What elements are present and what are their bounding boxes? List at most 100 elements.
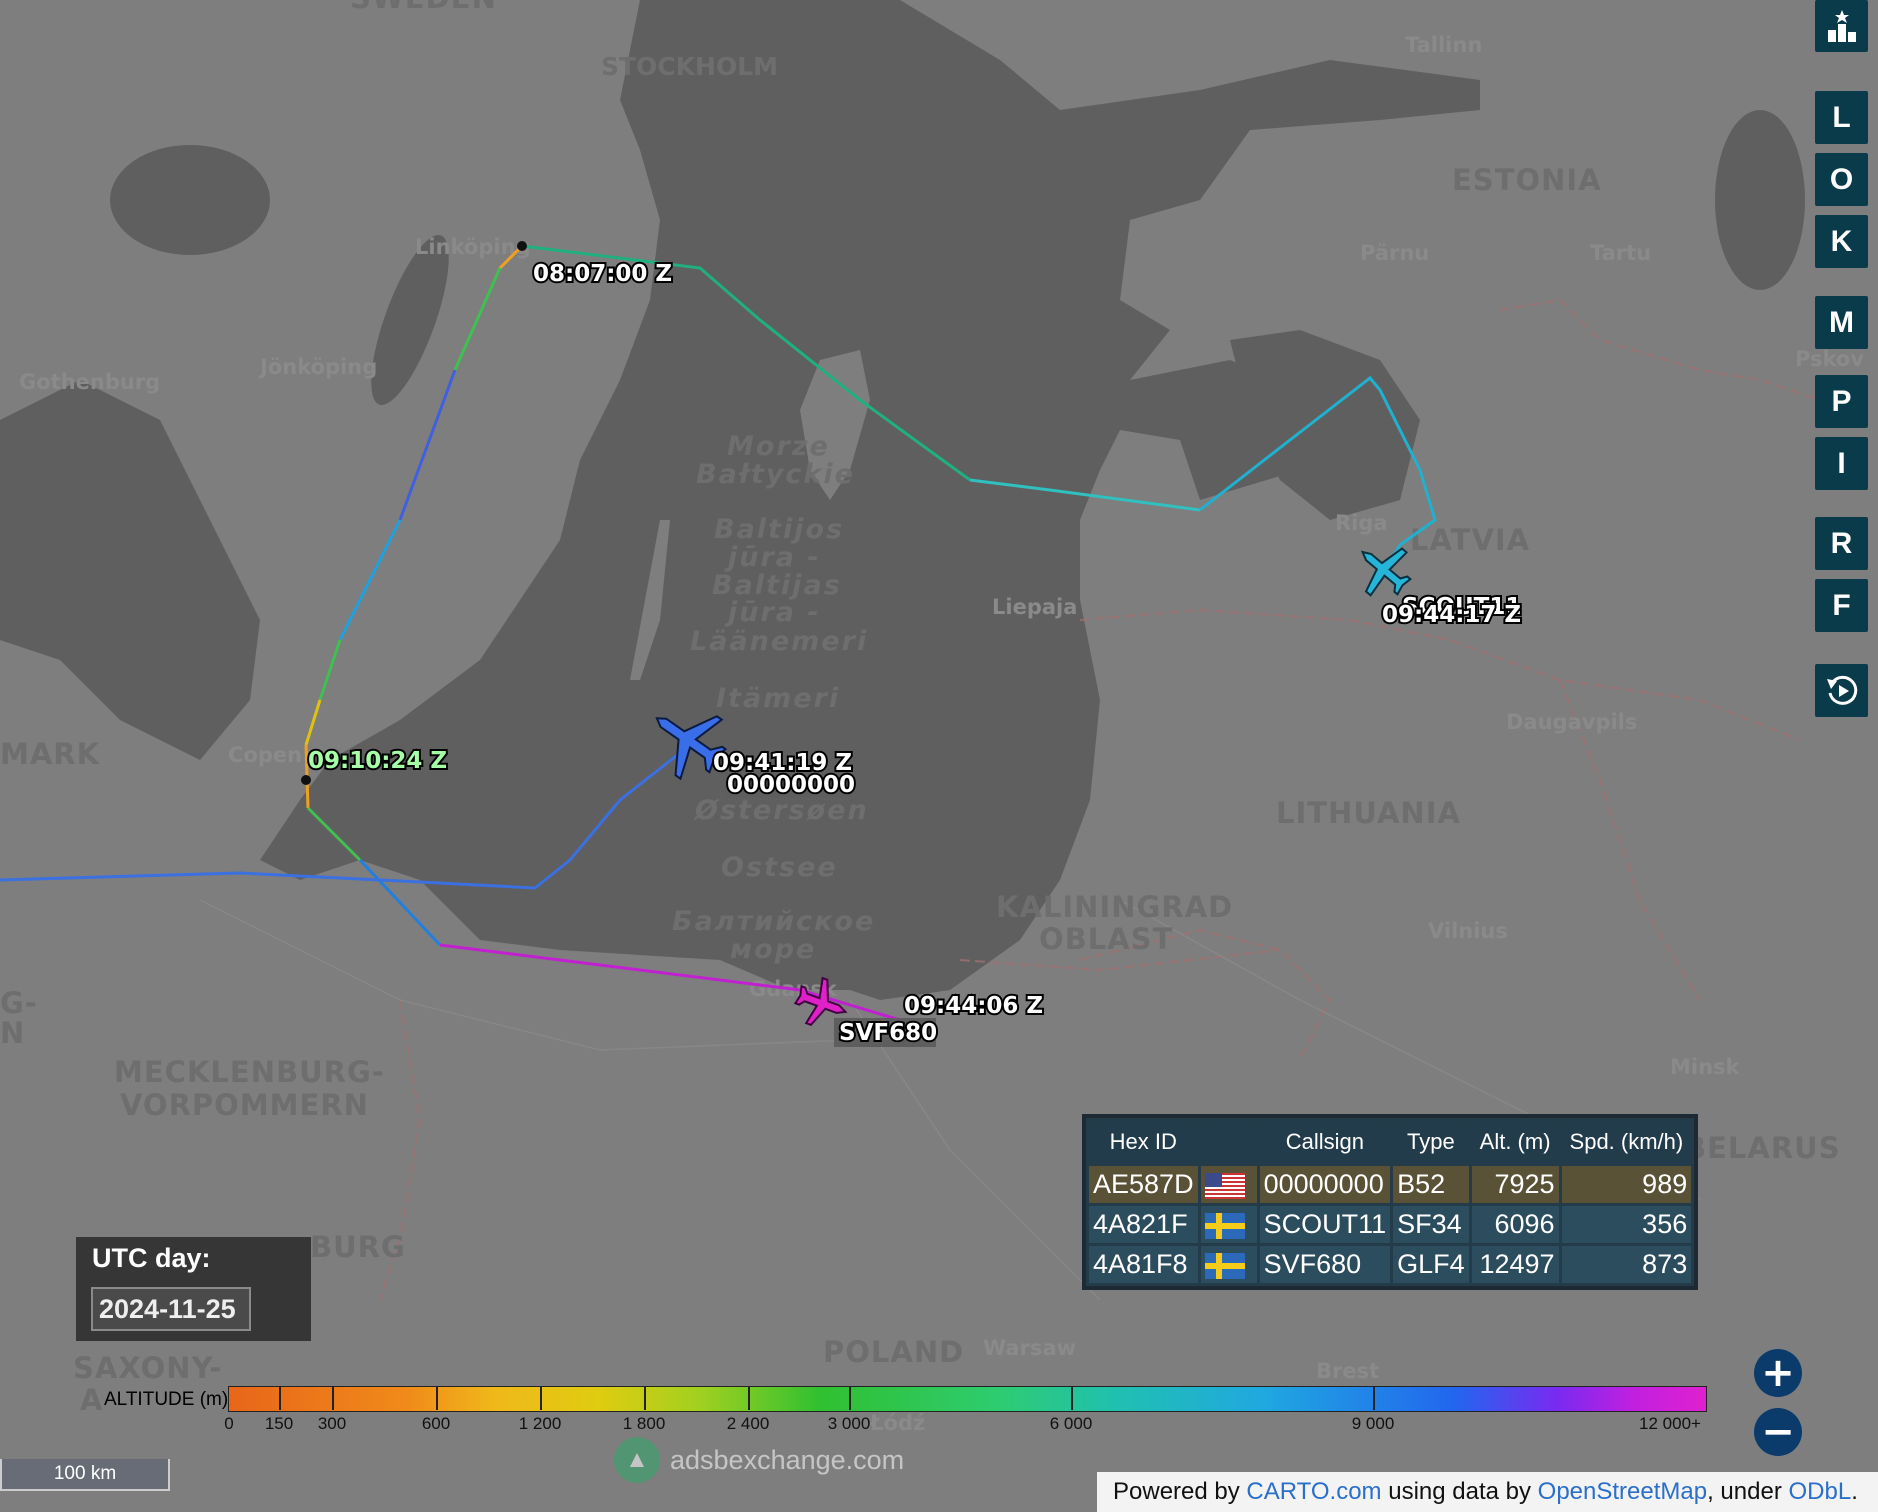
track-point-marker — [301, 775, 311, 785]
attribution-prefix: Powered by — [1113, 1478, 1247, 1505]
city-label-stockholm: STOCKHOLM — [601, 52, 778, 81]
city-label-jonkoping: Jönköping — [258, 355, 377, 379]
utc-day-panel: UTC day: 2024-11-25 — [76, 1237, 311, 1341]
map-attribution: Powered by CARTO.com using data by OpenS… — [1097, 1472, 1878, 1512]
country-label-kaliningrad: KALININGRAD — [996, 890, 1233, 924]
cell-flag — [1200, 1206, 1257, 1243]
city-label-riga: Riga — [1335, 511, 1388, 535]
sea-label-3: Baltijos — [714, 514, 844, 545]
legend-tick — [644, 1386, 646, 1410]
header-altitude[interactable]: Alt. (m) — [1471, 1121, 1559, 1163]
cell-hex: 4A821F — [1089, 1206, 1198, 1243]
cell-callsign: SCOUT11 — [1259, 1206, 1391, 1243]
odbl-link[interactable]: ODbL — [1788, 1478, 1851, 1505]
lake-vanern — [110, 145, 270, 255]
watermark: ▲ adsbexchange.com — [614, 1437, 904, 1483]
altitude-legend-bar — [228, 1386, 1707, 1412]
city-label-minsk: Minsk — [1670, 1055, 1741, 1079]
city-label-vilnius: Vilnius — [1428, 919, 1508, 943]
altitude-legend-title: ALTITUDE (m) — [104, 1389, 229, 1410]
legend-tick-label: 1 800 — [622, 1414, 666, 1433]
utc-day-input[interactable]: 2024-11-25 — [91, 1287, 251, 1331]
header-callsign[interactable]: Callsign — [1259, 1121, 1391, 1163]
legend-tick-label: 12 000+ — [1639, 1414, 1701, 1433]
header-hex-id[interactable]: Hex ID — [1089, 1121, 1198, 1163]
ranking-button[interactable] — [1815, 0, 1868, 52]
header-speed[interactable]: Spd. (km/h) — [1561, 1121, 1692, 1163]
table-row[interactable]: 4A81F8 SVF680 GLF4 12497 873 — [1089, 1246, 1692, 1283]
toolbar-button-p[interactable]: P — [1815, 375, 1868, 428]
country-label-mecklenburg: MECKLENBURG- — [114, 1055, 385, 1089]
legend-tick-label: 3 000 — [827, 1414, 871, 1433]
table-row[interactable]: AE587D 00000000 B52 7925 989 — [1089, 1166, 1692, 1203]
carto-link[interactable]: CARTO.com — [1246, 1478, 1381, 1505]
sea-label-9: Østersøen — [693, 795, 869, 826]
toolbar-button-l[interactable]: L — [1815, 91, 1868, 144]
adsbexchange-logo-icon: ▲ — [614, 1437, 660, 1483]
cell-flag — [1200, 1246, 1257, 1283]
aircraft-time-label-2: 09:44:17 Z — [1382, 602, 1521, 628]
legend-tick-label: 6 000 — [1049, 1414, 1093, 1433]
lake-peipus — [1715, 110, 1805, 290]
legend-tick-label: 150 — [264, 1414, 294, 1433]
cell-speed: 873 — [1561, 1246, 1692, 1283]
us-flag-icon — [1204, 1172, 1245, 1199]
legend-tick — [332, 1386, 334, 1410]
city-label-tartu: Tartu — [1590, 241, 1651, 265]
cell-type: GLF4 — [1393, 1246, 1469, 1283]
legend-tick-label: 9 000 — [1351, 1414, 1395, 1433]
country-label-n: N — [0, 1016, 25, 1050]
country-label-belarus: BELARUS — [1684, 1131, 1841, 1165]
legend-tick — [849, 1386, 851, 1410]
sea-label-12: море — [730, 934, 816, 965]
country-label-latvia: LATVIA — [1410, 523, 1530, 557]
toolbar-button-m[interactable]: M — [1815, 296, 1868, 349]
country-label-a: A — [80, 1383, 103, 1417]
attribution-sep: , under — [1707, 1478, 1789, 1505]
toolbar-button-f[interactable]: F — [1815, 579, 1868, 632]
city-label-brest: Brest — [1316, 1359, 1379, 1383]
sea-label-2: Bałtyckie — [696, 459, 855, 490]
header-flag[interactable] — [1200, 1121, 1257, 1163]
country-label-g: G- — [0, 986, 38, 1020]
cell-hex: AE587D — [1089, 1166, 1198, 1203]
track-start-marker — [517, 241, 527, 251]
sea-label-10: Ostsee — [721, 852, 838, 883]
toolbar-button-r[interactable]: R — [1815, 517, 1868, 570]
cell-hex: 4A81F8 — [1089, 1246, 1198, 1283]
country-label-estonia: ESTONIA — [1452, 163, 1602, 197]
aircraft-callsign-label-1: 00000000 — [727, 772, 855, 798]
watermark-text: adsbexchange.com — [670, 1444, 905, 1475]
zoom-in-button[interactable]: + — [1754, 1349, 1802, 1397]
osm-link[interactable]: OpenStreetMap — [1538, 1478, 1707, 1505]
toolbar-button-i[interactable]: I — [1815, 437, 1868, 490]
country-label-oblast: OBLAST — [1039, 922, 1173, 956]
cell-speed: 356 — [1561, 1206, 1692, 1243]
aircraft-table: Hex ID Callsign Type Alt. (m) Spd. (km/h… — [1082, 1114, 1699, 1290]
track-time-label-2: 09:10:24 Z — [308, 748, 447, 774]
toolbar-button-k[interactable]: K — [1815, 215, 1868, 268]
sea-label-6: jūra - — [724, 597, 821, 628]
cell-flag — [1200, 1166, 1257, 1203]
table-row[interactable]: 4A821F SCOUT11 SF34 6096 356 — [1089, 1206, 1692, 1243]
cell-callsign: SVF680 — [1259, 1246, 1391, 1283]
header-type[interactable]: Type — [1393, 1121, 1469, 1163]
cell-altitude: 12497 — [1471, 1246, 1559, 1283]
replay-button[interactable] — [1815, 664, 1868, 717]
zoom-out-button[interactable]: − — [1754, 1408, 1802, 1456]
cell-speed: 989 — [1561, 1166, 1692, 1203]
city-label-daugavpils: Daugavpils — [1506, 710, 1637, 734]
ranking-icon — [1827, 10, 1856, 42]
sea-label-11: Балтийское — [672, 906, 875, 937]
city-label-pskov: Pskov — [1795, 347, 1864, 371]
track-time-label-1: 08:07:00 Z — [533, 261, 672, 287]
country-label-mark: MARK — [0, 737, 101, 771]
country-label-saxony: SAXONY- — [73, 1351, 222, 1385]
cell-type: B52 — [1393, 1166, 1469, 1203]
legend-tick-label: 2 400 — [726, 1414, 770, 1433]
cell-altitude: 7925 — [1471, 1166, 1559, 1203]
legend-tick-label: 300 — [317, 1414, 347, 1433]
country-label-lithuania: LITHUANIA — [1276, 796, 1461, 830]
toolbar-button-o[interactable]: O — [1815, 153, 1868, 206]
scale-bar: 100 km — [0, 1459, 170, 1491]
